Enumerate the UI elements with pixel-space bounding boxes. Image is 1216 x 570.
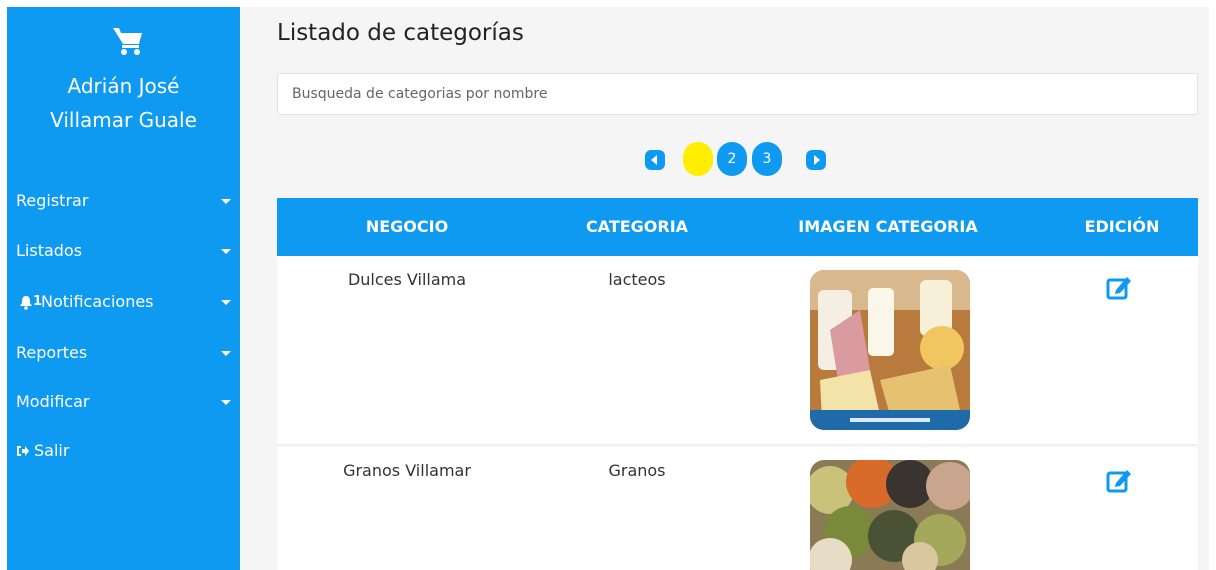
caret-down-icon — [221, 300, 231, 305]
page-button-2[interactable]: 2 — [717, 142, 747, 176]
dairy-products-image — [810, 270, 970, 430]
cell-negocio: Dulces Villama — [347, 270, 467, 289]
page-button-3[interactable]: 3 — [752, 142, 782, 176]
menu-modificar[interactable]: Modificar — [16, 388, 231, 416]
menu-notificaciones-label: Notificaciones — [41, 292, 154, 311]
page-title: Listado de categorías — [277, 20, 524, 46]
bell-icon — [20, 296, 32, 310]
caret-down-icon — [221, 400, 231, 405]
header-negocio: NEGOCIO — [365, 217, 449, 236]
caret-down-icon — [221, 351, 231, 356]
table-row: Dulces Villama lacteos — [277, 256, 1198, 445]
chevron-right-icon — [814, 155, 820, 165]
grains-illustration — [810, 460, 970, 570]
caret-down-icon — [221, 199, 231, 204]
table-row: Granos Villamar Granos — [277, 447, 1198, 570]
cell-categoria: lacteos — [608, 270, 666, 289]
menu-listados-label: Listados — [16, 241, 83, 260]
user-first-name: Adrián José — [67, 74, 180, 98]
grains-image — [810, 460, 970, 570]
menu-salir[interactable]: Salir — [16, 437, 231, 465]
user-name: Adrián José Villamar Guale — [7, 69, 240, 137]
header-imagen-categoria: IMAGEN CATEGORIA — [798, 217, 978, 236]
menu-listados[interactable]: Listados — [16, 237, 231, 265]
table-header: NEGOCIO CATEGORIA IMAGEN CATEGORIA EDICI… — [277, 198, 1198, 256]
menu-modificar-label: Modificar — [16, 392, 90, 411]
dairy-illustration — [810, 270, 970, 430]
next-page-button[interactable] — [806, 150, 826, 170]
cell-categoria: Granos — [608, 461, 666, 480]
main-content: Listado de categorías 1 2 3 NEGOCIO CATE… — [240, 7, 1209, 570]
edit-icon[interactable] — [1106, 274, 1132, 300]
menu-registrar[interactable]: Registrar — [16, 187, 231, 215]
page-button-1[interactable]: 1 — [683, 142, 713, 176]
menu-salir-label: Salir — [34, 441, 70, 460]
header-categoria: CATEGORIA — [585, 217, 689, 236]
header-edicion: EDICIÓN — [1084, 217, 1160, 236]
menu-reportes[interactable]: Reportes — [16, 339, 231, 367]
menu-reportes-label: Reportes — [16, 343, 88, 362]
menu-notificaciones[interactable]: 1 Notificaciones — [16, 288, 231, 316]
menu-registrar-label: Registrar — [16, 191, 89, 210]
user-last-name: Villamar Guale — [50, 108, 197, 132]
caret-down-icon — [221, 249, 231, 254]
search-input[interactable] — [277, 73, 1198, 115]
cell-negocio: Granos Villamar — [343, 461, 471, 480]
prev-page-button[interactable] — [645, 150, 665, 170]
sidebar: Adrián José Villamar Guale Registrar Lis… — [7, 7, 240, 570]
shopping-cart-icon — [113, 28, 142, 55]
edit-icon[interactable] — [1106, 467, 1132, 493]
sign-out-icon — [17, 446, 29, 456]
chevron-left-icon — [651, 155, 657, 165]
pagination: 1 2 3 — [240, 142, 1209, 176]
